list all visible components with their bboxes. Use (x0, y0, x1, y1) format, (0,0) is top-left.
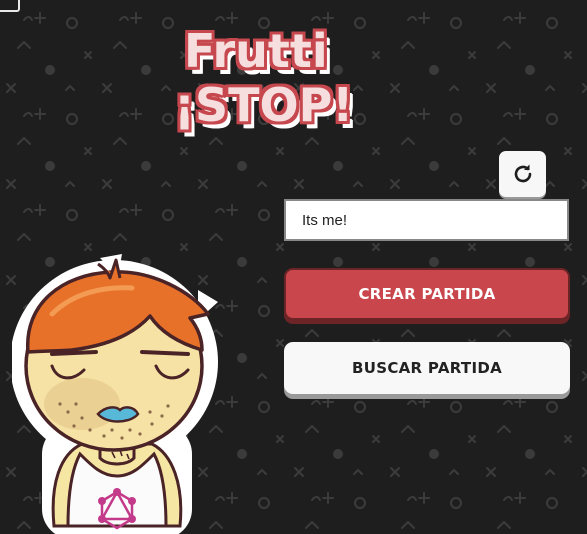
refresh-icon (514, 164, 531, 183)
logo-title-line-1: Frutti (184, 24, 328, 78)
player-name-input[interactable] (284, 199, 569, 241)
refresh-name-button[interactable] (499, 151, 546, 197)
corner-badge (0, 0, 20, 12)
player-avatar (12, 254, 218, 534)
game-logo: Frutti ¡STOP! (170, 20, 370, 140)
logo-title-line-2: ¡STOP! (174, 78, 354, 132)
create-game-button[interactable]: CREAR PARTIDA (284, 268, 570, 320)
search-game-button[interactable]: BUSCAR PARTIDA (284, 342, 570, 394)
